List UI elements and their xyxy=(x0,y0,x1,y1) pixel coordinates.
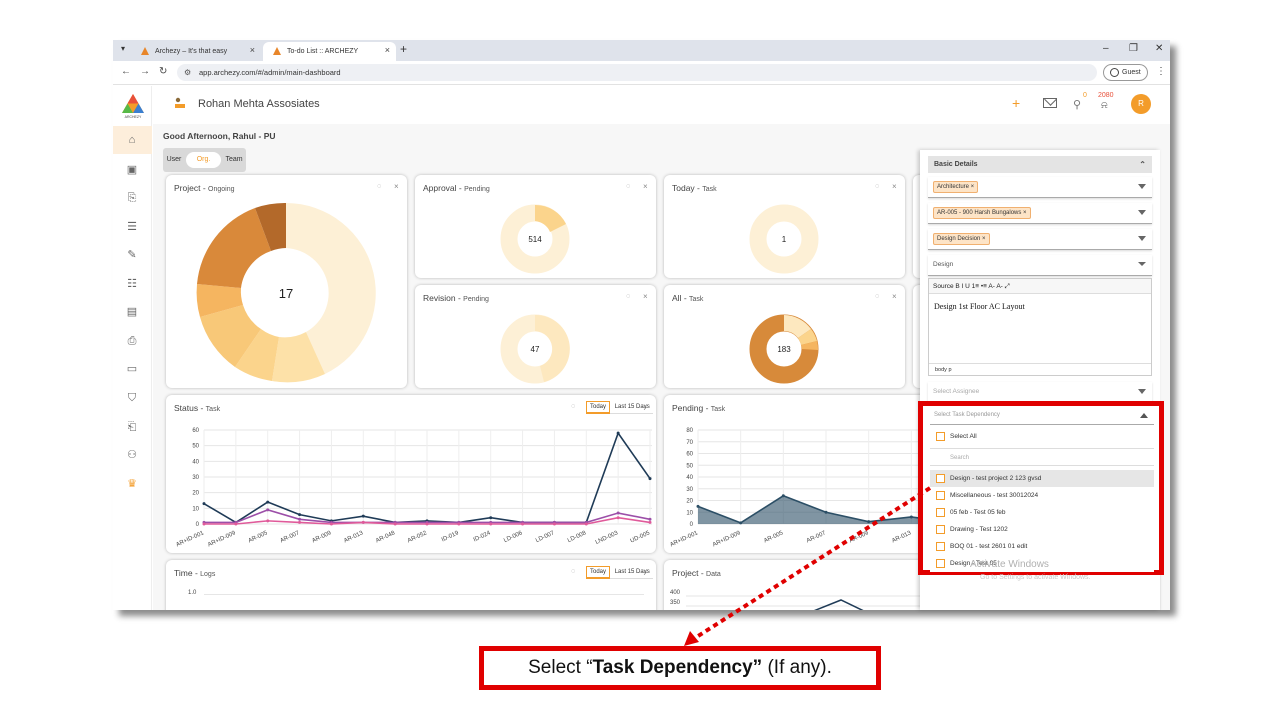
callout-prefix: Select “ xyxy=(528,657,593,678)
callout-arrow xyxy=(684,486,932,646)
dotted-arrow-line xyxy=(693,486,932,640)
instruction-callout: Select “Task Dependency” (If any). xyxy=(479,646,881,690)
slide: ▾ Archezy – It's that easy × To-do List … xyxy=(0,0,1280,720)
callout-suffix: (If any). xyxy=(762,657,832,678)
callout-bold: Task Dependency” xyxy=(592,657,763,678)
arrow-head xyxy=(684,631,699,646)
